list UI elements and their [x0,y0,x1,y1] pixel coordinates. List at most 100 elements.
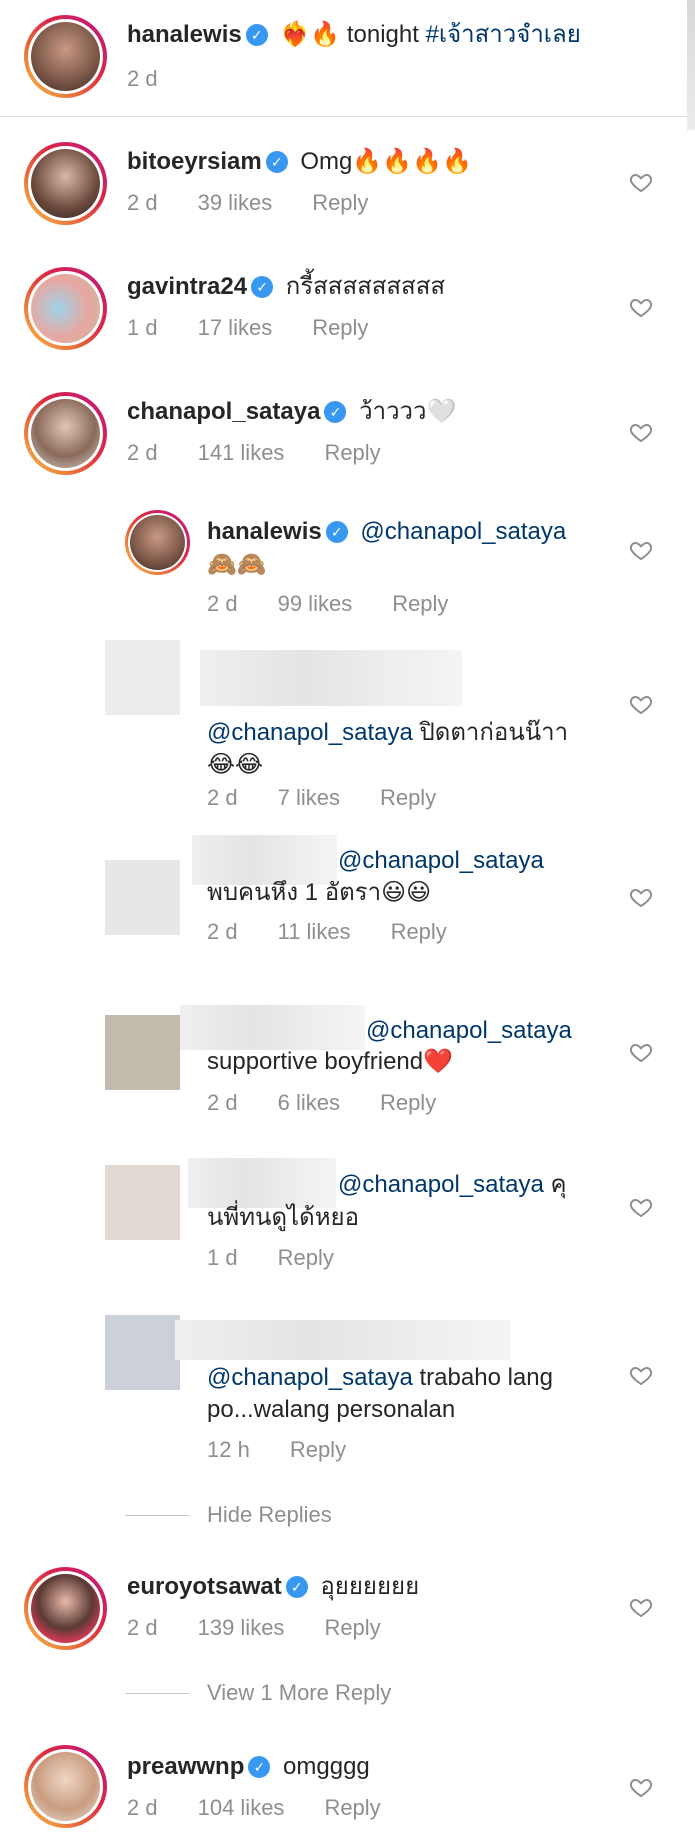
reply-likes[interactable]: 11 likes [278,919,351,944]
caption-avatar[interactable] [24,15,107,98]
verified-badge-icon: ✓ [248,1756,271,1778]
comment-time: 2 d [127,440,158,465]
heart-outline-icon[interactable] [629,170,653,194]
scrollbar[interactable] [687,0,695,130]
blurred-avatar [105,1015,180,1090]
mention-link[interactable]: @chanapol_sataya [207,719,413,746]
reply-button[interactable]: Reply [324,1615,380,1640]
heart-outline-icon[interactable] [629,692,653,716]
comment-time: 2 d [127,1795,158,1820]
blurred-avatar [105,640,180,715]
reply-row: @chanapol_sataya supportive boyfriend❤️ … [0,1000,695,1140]
blurred-avatar [105,1315,180,1390]
reply-time: 1 d [207,1245,238,1270]
reply-row: @chanapol_sataya ปิดตาก่อนน๊าา 😂😂 2 d 7 l… [0,640,695,810]
caption-hashtag[interactable]: #เจ้าสาวจำเลย [426,21,581,48]
reply-button[interactable]: Reply [278,1245,334,1270]
avatar[interactable] [24,267,107,350]
reply-button[interactable]: Reply [324,440,380,465]
reply-text-inline: คุ [550,1171,567,1198]
thread-line [125,1693,189,1694]
verified-badge-icon: ✓ [324,401,347,423]
avatar[interactable] [24,142,107,225]
comment-likes[interactable]: 139 likes [198,1615,285,1640]
reply-button[interactable]: Reply [312,190,368,215]
heart-outline-icon[interactable] [629,1363,653,1387]
caption-emoji: ❤‍🔥🔥 [280,21,341,48]
avatar[interactable] [24,1567,107,1650]
view-more-replies-button[interactable]: View 1 More Reply [207,1680,391,1706]
comment-text: omgggg [283,1753,370,1780]
comment-time: 1 d [127,315,158,340]
caption-time: 2 d [127,66,158,91]
heart-outline-icon[interactable] [629,538,653,562]
verified-badge-icon: ✓ [285,1576,308,1598]
reply-time: 2 d [207,919,238,944]
caption-divider [0,116,695,117]
avatar[interactable] [24,392,107,475]
heart-outline-icon[interactable] [629,295,653,319]
heart-outline-icon[interactable] [629,1195,653,1219]
reply-text-inline: trabaho lang [419,1364,553,1391]
reply-button[interactable]: Reply [312,315,368,340]
mention-link[interactable]: @chanapol_sataya [360,518,566,545]
reply-username[interactable]: hanalewis [207,518,322,545]
comment-text: กรี้สสสสสสสสส [285,273,445,300]
comment-likes[interactable]: 17 likes [198,315,273,340]
reply-time: 12 h [207,1437,250,1462]
reply-button[interactable]: Reply [392,591,448,616]
comment-likes[interactable]: 39 likes [198,190,273,215]
heart-outline-icon[interactable] [629,1595,653,1619]
comment-row: euroyotsawat ✓ อุยยยยยย 2 d 139 likes Reply [0,1555,695,1670]
comment-username[interactable]: gavintra24 [127,273,247,300]
reply-text-2: 😂😂 [207,751,264,778]
verified-badge-icon: ✓ [265,151,288,173]
reply-button[interactable]: Reply [324,1795,380,1820]
reply-time: 2 d [207,785,238,810]
mention-link[interactable]: @chanapol_sataya [366,1017,572,1044]
comment-username[interactable]: bitoeyrsiam [127,148,262,175]
caption-username[interactable]: hanalewis [127,21,242,48]
comment-time: 2 d [127,190,158,215]
mention-link[interactable]: @chanapol_sataya [338,847,544,874]
avatar[interactable] [125,510,190,575]
comment-row: bitoeyrsiam ✓ Omg🔥🔥🔥🔥 2 d 39 likes Reply [0,130,695,240]
reply-text: พบคนหึง 1 อัตรา😃😃 [207,879,432,906]
reply-button[interactable]: Reply [380,1090,436,1115]
comment-time: 2 d [127,1615,158,1640]
mention-link[interactable]: @chanapol_sataya [207,1364,413,1391]
reply-text: ปิดตาก่อนน๊าา [419,719,569,746]
reply-text: po...walang personalan [207,1396,456,1423]
reply-text: นพี่ทนดูได้หยอ [207,1204,359,1231]
avatar[interactable] [24,1745,107,1828]
heart-outline-icon[interactable] [629,1040,653,1064]
comment-text: Omg🔥🔥🔥🔥 [300,148,472,175]
reply-row: hanalewis ✓ @chanapol_sataya 🙈🙈 2 d 99 lik… [0,505,695,630]
verified-badge-icon: ✓ [251,276,274,298]
reply-text: 🙈🙈 [207,551,267,578]
comment-username[interactable]: preawwnp [127,1753,244,1780]
reply-button[interactable]: Reply [391,919,447,944]
comment-username[interactable]: chanapol_sataya [127,398,320,425]
hide-replies-button[interactable]: Hide Replies [207,1502,332,1528]
caption-row: hanalewis ✓ ❤‍🔥🔥 tonight #เจ้าสาวจำเลย 2 … [0,0,695,118]
blurred-username [200,650,462,706]
heart-outline-icon[interactable] [629,885,653,909]
heart-outline-icon[interactable] [629,420,653,444]
reply-button[interactable]: Reply [290,1437,346,1462]
comment-likes[interactable]: 104 likes [198,1795,285,1820]
reply-likes[interactable]: 7 likes [278,785,340,810]
comment-likes[interactable]: 141 likes [198,440,285,465]
blurred-avatar [105,1165,180,1240]
reply-row: @chanapol_sataya พบคนหึง 1 อัตรา😃😃 2 d 11… [0,835,695,975]
comment-username[interactable]: euroyotsawat [127,1573,282,1600]
thread-line [125,1515,189,1516]
heart-outline-icon[interactable] [629,1775,653,1799]
comment-text: ว้าววว🤍 [359,398,457,425]
reply-likes[interactable]: 99 likes [278,591,353,616]
reply-time: 2 d [207,1090,238,1115]
reply-text: supportive boyfriend❤️ [207,1048,454,1075]
reply-button[interactable]: Reply [380,785,436,810]
reply-likes[interactable]: 6 likes [278,1090,340,1115]
mention-link[interactable]: @chanapol_sataya [338,1171,544,1198]
